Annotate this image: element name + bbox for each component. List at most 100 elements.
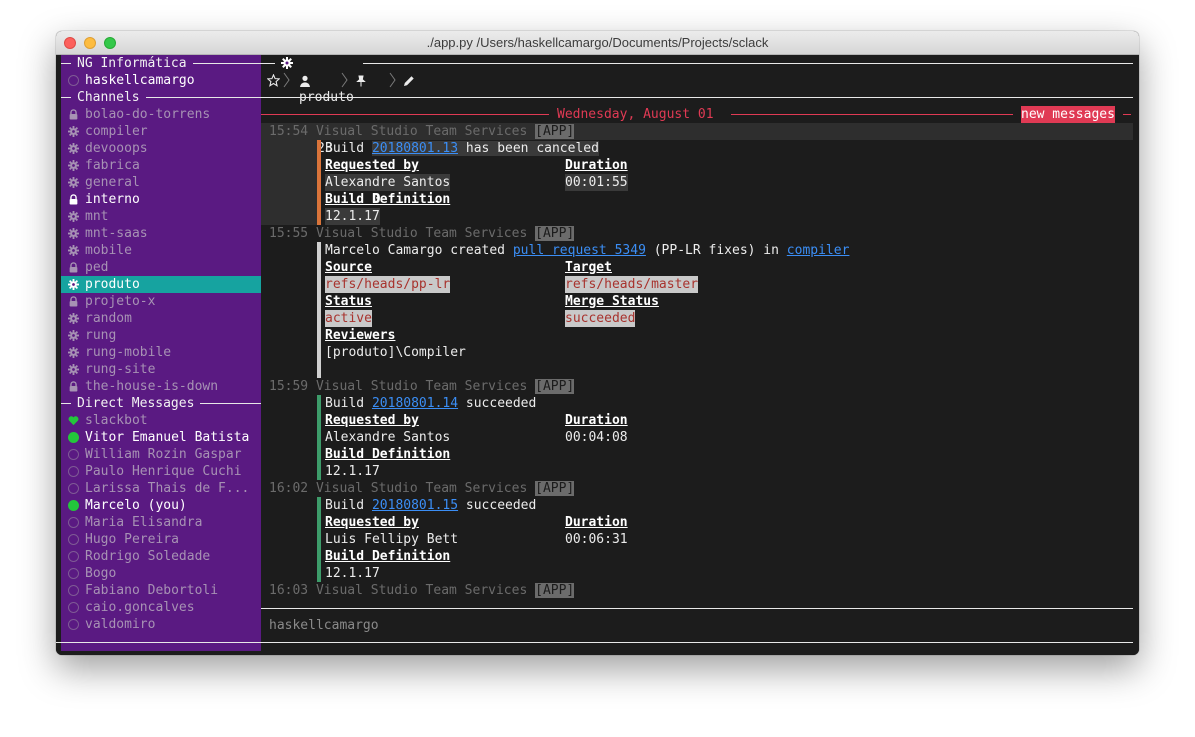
gear-icon <box>68 211 79 222</box>
build-link[interactable]: 20180801.13 <box>371 141 459 156</box>
dm-label: William Rozin Gaspar <box>85 447 242 462</box>
field-value: refs/heads/pp-lr <box>325 276 451 293</box>
pencil-icon[interactable] <box>403 75 415 87</box>
sidebar-dm-item[interactable]: William Rozin Gaspar <box>61 446 261 463</box>
gear-icon <box>68 364 79 375</box>
pull-request-link[interactable]: pull request 5349 <box>513 243 646 258</box>
channel-label: random <box>85 311 132 326</box>
sidebar-channel-mnt[interactable]: mnt <box>61 208 261 225</box>
dm-label: Larissa Thais de F... <box>85 481 250 496</box>
field-label: Build Definition <box>325 549 451 564</box>
divider <box>261 63 275 64</box>
channel-label: devooops <box>85 141 148 156</box>
field-label: Build Definition <box>325 192 451 207</box>
dm-label: caio.goncalves <box>85 600 195 615</box>
sidebar-channel-projeto-x[interactable]: projeto-x <box>61 293 261 310</box>
build-link[interactable]: 20180801.15 <box>372 498 458 513</box>
sidebar-dm-item[interactable]: Paulo Henrique Cuchi <box>61 463 261 480</box>
sidebar-dm-item[interactable]: Fabiano Debortoli <box>61 582 261 599</box>
divider <box>261 608 1133 609</box>
offline-dot-icon <box>68 517 79 528</box>
gear-icon <box>68 160 79 171</box>
terminal-content: NG Informática haskellcamargo Channels b… <box>56 55 1139 655</box>
field-value: 00:06:31 <box>565 532 628 547</box>
author-name[interactable]: Visual Studio Team Services <box>316 226 527 241</box>
chevron-right-icon <box>389 72 396 88</box>
timestamp: 16:03 <box>269 583 309 598</box>
channel-label: projeto-x <box>85 294 156 309</box>
star-icon[interactable] <box>267 74 280 87</box>
message-highlight <box>261 140 317 225</box>
sidebar-channel-devooops[interactable]: devooops <box>61 140 261 157</box>
sidebar-channel-produto[interactable]: produto <box>61 276 261 293</box>
lock-icon <box>68 194 79 205</box>
sidebar-dm-item[interactable]: slackbot <box>61 412 261 429</box>
author-name[interactable]: Visual Studio Team Services <box>316 124 527 139</box>
app-badge: [APP] <box>535 481 575 496</box>
sidebar-dm-item[interactable]: Rodrigo Soledade <box>61 548 261 565</box>
field-value: 12.1.17 <box>325 208 380 225</box>
field-value: Luis Fellipy Bett <box>325 532 459 547</box>
author-name[interactable]: Visual Studio Team Services <box>316 379 527 394</box>
text: Build <box>325 141 372 156</box>
channel-label: ped <box>85 260 109 275</box>
sidebar-channel-random[interactable]: random <box>61 310 261 327</box>
sidebar-dm-item[interactable]: valdomiro <box>61 616 261 633</box>
offline-dot-icon <box>68 483 79 494</box>
title-bar: ./app.py /Users/haskellcamargo/Documents… <box>56 31 1139 55</box>
field-value: Alexandre Santos <box>325 174 451 191</box>
window-title: ./app.py /Users/haskellcamargo/Documents… <box>426 35 769 50</box>
sidebar-channel-bolao-do-torrens[interactable]: bolao-do-torrens <box>61 106 261 123</box>
message-text: Build 20180801.14 succeeded <box>325 395 536 412</box>
sidebar-channel-mnt-saas[interactable]: mnt-saas <box>61 225 261 242</box>
author-name[interactable]: Visual Studio Team Services <box>316 583 527 598</box>
field-label: Reviewers <box>325 328 396 343</box>
dm-label: Paulo Henrique Cuchi <box>85 464 242 479</box>
sidebar-channel-rung-site[interactable]: rung-site <box>61 361 261 378</box>
current-user[interactable]: haskellcamargo <box>61 72 261 89</box>
field-value: [produto]\Compiler <box>325 345 466 360</box>
date-divider: Wednesday, August 01 <box>557 107 714 122</box>
attachment-bar <box>317 497 321 582</box>
channel-label: bolao-do-torrens <box>85 107 211 122</box>
chevron-right-icon <box>341 72 348 88</box>
app-badge: [APP] <box>535 583 575 598</box>
sidebar-channel-rung[interactable]: rung <box>61 327 261 344</box>
sidebar: NG Informática haskellcamargo Channels b… <box>61 55 261 651</box>
gear-icon <box>68 143 79 154</box>
sidebar-channel-the-house-is-down[interactable]: the-house-is-down <box>61 378 261 395</box>
gear-icon <box>68 126 79 137</box>
sidebar-dm-item[interactable]: Hugo Pereira <box>61 531 261 548</box>
timestamp: 16:02 <box>269 481 309 496</box>
field-value: active <box>325 310 372 327</box>
dm-label: valdomiro <box>85 617 156 632</box>
sidebar-dm-item[interactable]: Marcelo (you) <box>61 497 261 514</box>
sidebar-channel-interno[interactable]: interno <box>61 191 261 208</box>
lock-icon <box>68 381 79 392</box>
text: succeeded <box>458 396 537 411</box>
message-text: Marcelo Camargo created pull request 534… <box>325 242 849 259</box>
sidebar-dm-item[interactable]: Vitor Emanuel Batista <box>61 429 261 446</box>
field-label: Status <box>325 294 372 309</box>
message-text: Build 20180801.13 has been canceled <box>325 140 599 157</box>
field-label: Duration <box>565 158 628 173</box>
field-label: Requested by <box>325 413 419 428</box>
sidebar-dm-item[interactable]: Bogo <box>61 565 261 582</box>
message-input[interactable]: haskellcamargo <box>269 617 1129 634</box>
sidebar-dm-item[interactable]: Larissa Thais de F... <box>61 480 261 497</box>
sidebar-channel-compiler[interactable]: compiler <box>61 123 261 140</box>
sidebar-channel-general[interactable]: general <box>61 174 261 191</box>
sidebar-channel-ped[interactable]: ped <box>61 259 261 276</box>
divider <box>1123 114 1131 115</box>
build-link[interactable]: 20180801.14 <box>372 396 458 411</box>
repo-link[interactable]: compiler <box>787 243 850 258</box>
sidebar-channel-fabrica[interactable]: fabrica <box>61 157 261 174</box>
text: has been canceled <box>458 141 599 156</box>
sidebar-dm-item[interactable]: caio.goncalves <box>61 599 261 616</box>
sidebar-channel-mobile[interactable]: mobile <box>61 242 261 259</box>
channel-label: rung-mobile <box>85 345 172 360</box>
sidebar-channel-rung-mobile[interactable]: rung-mobile <box>61 344 261 361</box>
author-name[interactable]: Visual Studio Team Services <box>316 481 527 496</box>
sidebar-dm-item[interactable]: Maria Elisandra <box>61 514 261 531</box>
new-messages-badge: new messages <box>1021 106 1115 123</box>
